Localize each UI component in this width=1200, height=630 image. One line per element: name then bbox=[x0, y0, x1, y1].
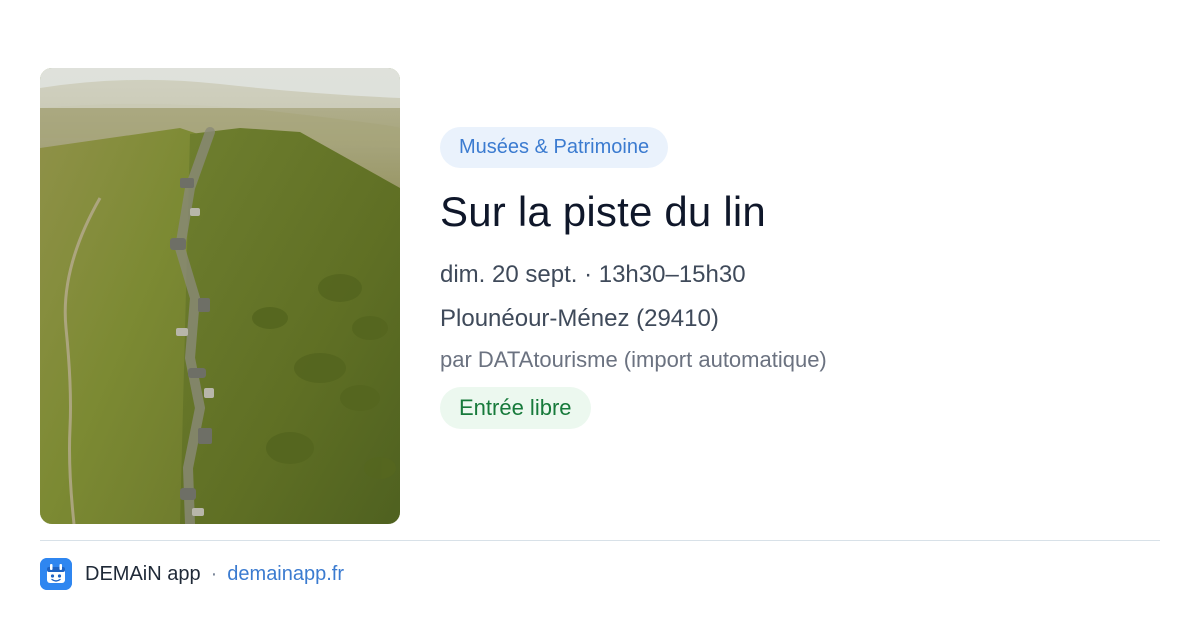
event-details: Musées & Patrimoine Sur la piste du lin … bbox=[440, 127, 1160, 429]
category-badge[interactable]: Musées & Patrimoine bbox=[440, 127, 669, 168]
app-name: DEMAiN app bbox=[85, 562, 201, 585]
event-title: Sur la piste du lin bbox=[440, 188, 766, 235]
price-badge: Entrée libre bbox=[440, 387, 591, 429]
demain-app-icon bbox=[40, 558, 72, 590]
event-location: Plounéour-Ménez (29410) bbox=[440, 305, 719, 332]
footer-separator: · bbox=[210, 562, 218, 585]
event-source-byline: par DATAtourisme (import automatique) bbox=[440, 347, 827, 372]
event-photo bbox=[40, 68, 400, 524]
event-datetime: dim. 20 sept. · 13h30–15h30 bbox=[440, 261, 746, 288]
footer-divider bbox=[40, 540, 1160, 541]
app-website-link[interactable]: demainapp.fr bbox=[227, 563, 344, 586]
footer: DEMAiN app · demainapp.fr bbox=[40, 558, 344, 590]
